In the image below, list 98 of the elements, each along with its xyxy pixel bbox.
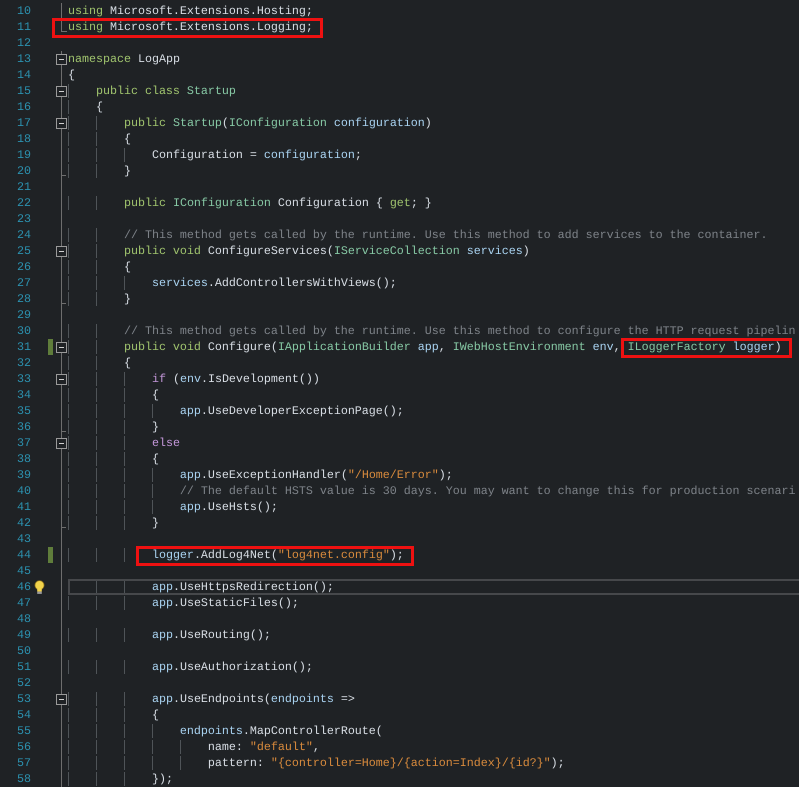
code-line: pattern: "{controller=Home}/{action=Index}/{id?}");: [68, 755, 565, 771]
line-number: 34: [16, 387, 31, 403]
code-line: });: [68, 771, 173, 787]
code-line: {: [68, 451, 159, 467]
code-line: public Startup(IConfiguration configuration): [68, 115, 432, 131]
code-line: using Microsoft.Extensions.Logging;: [68, 19, 313, 35]
line-number: 24: [16, 227, 31, 243]
code-line: Configuration = configuration;: [68, 147, 362, 163]
line-number: 52: [16, 675, 31, 691]
line-number: 48: [16, 611, 31, 627]
line-number: 14: [16, 67, 31, 83]
line-number: 53: [16, 691, 31, 707]
line-number: 22: [16, 195, 31, 211]
line-number: 46: [16, 579, 31, 595]
code-line: public IConfiguration Configuration { get; }: [68, 195, 432, 211]
line-number: 25: [16, 243, 31, 259]
code-line: app.UseEndpoints(endpoints =>: [68, 691, 355, 707]
line-number: 23: [16, 211, 31, 227]
line-number: 42: [16, 515, 31, 531]
line-number: 12: [16, 35, 31, 51]
line-number: 28: [16, 291, 31, 307]
code-line: app.UseHsts();: [68, 499, 278, 515]
line-number: 55: [16, 723, 31, 739]
line-number: 44: [16, 547, 31, 563]
line-number: 38: [16, 451, 31, 467]
code-line: }: [68, 291, 131, 307]
line-number: 32: [16, 355, 31, 371]
code-line: logger.AddLog4Net("log4net.config");: [68, 547, 404, 563]
line-number: 20: [16, 163, 31, 179]
line-number: 50: [16, 643, 31, 659]
line-number: 36: [16, 419, 31, 435]
code-line: app.UseRouting();: [68, 627, 271, 643]
code-line: {: [68, 355, 131, 371]
code-line: app.UseHttpsRedirection();: [68, 579, 334, 595]
code-line: }: [68, 163, 131, 179]
line-number: 17: [16, 115, 31, 131]
line-number: 15: [16, 83, 31, 99]
line-number: 37: [16, 435, 31, 451]
code-line: name: "default",: [68, 739, 320, 755]
line-number: 33: [16, 371, 31, 387]
code-line: {: [68, 387, 159, 403]
line-number: 49: [16, 627, 31, 643]
line-number: 35: [16, 403, 31, 419]
line-number: 18: [16, 131, 31, 147]
collapse-icon[interactable]: [56, 694, 67, 705]
line-number: 57: [16, 755, 31, 771]
code-line: // The default HSTS value is 30 days. You may want to change this for production scenari: [68, 483, 796, 499]
code-line: namespace LogApp: [68, 51, 180, 67]
line-number: 58: [16, 771, 31, 787]
line-number: 26: [16, 259, 31, 275]
code-line: app.UseDeveloperExceptionPage();: [68, 403, 404, 419]
code-line: {: [68, 259, 131, 275]
line-number: 16: [16, 99, 31, 115]
code-line: }: [68, 515, 159, 531]
line-number: 41: [16, 499, 31, 515]
line-number: 51: [16, 659, 31, 675]
line-number: 39: [16, 467, 31, 483]
code-line: {: [68, 67, 75, 83]
lightbulb-icon[interactable]: [34, 580, 44, 594]
code-line: app.UseExceptionHandler("/Home/Error");: [68, 467, 453, 483]
line-number: 54: [16, 707, 31, 723]
line-number: 40: [16, 483, 31, 499]
code-line: {: [68, 707, 159, 723]
collapse-icon[interactable]: [56, 438, 67, 449]
line-number: 30: [16, 323, 31, 339]
code-line: services.AddControllersWithViews();: [68, 275, 397, 291]
line-number: 19: [16, 147, 31, 163]
code-line: {: [68, 99, 103, 115]
code-line: else: [68, 435, 180, 451]
collapse-icon[interactable]: [56, 118, 67, 129]
code-line: }: [68, 419, 159, 435]
collapse-icon[interactable]: [56, 54, 67, 65]
code-line: public void ConfigureServices(IServiceCollection services): [68, 243, 530, 259]
code-line: // This method gets called by the runtime. Use this method to configure the HTTP request pipelin: [68, 323, 796, 339]
code-line: {: [68, 131, 131, 147]
line-number: 29: [16, 307, 31, 323]
collapse-icon[interactable]: [56, 246, 67, 257]
line-number: 13: [16, 51, 31, 67]
code-line: public class Startup: [68, 83, 236, 99]
line-number: 31: [16, 339, 31, 355]
code-line: // This method gets called by the runtime. Use this method to add services to the container.: [68, 227, 768, 243]
code-line: endpoints.MapControllerRoute(: [68, 723, 383, 739]
code-line: app.UseAuthorization();: [68, 659, 313, 675]
code-line: public void Configure(IApplicationBuilder app, IWebHostEnvironment env, ILoggerFactory logger): [68, 339, 782, 355]
line-number: 21: [16, 179, 31, 195]
code-line: using Microsoft.Extensions.Hosting;: [68, 3, 313, 19]
line-number: 43: [16, 531, 31, 547]
line-number: 56: [16, 739, 31, 755]
code-line: app.UseStaticFiles();: [68, 595, 299, 611]
code-line: if (env.IsDevelopment()): [68, 371, 320, 387]
line-number: 11: [16, 19, 31, 35]
collapse-icon[interactable]: [56, 342, 67, 353]
line-number: 45: [16, 563, 31, 579]
collapse-icon[interactable]: [56, 374, 67, 385]
line-number: 27: [16, 275, 31, 291]
line-number: 10: [16, 3, 31, 19]
collapse-icon[interactable]: [56, 86, 67, 97]
line-number: 47: [16, 595, 31, 611]
